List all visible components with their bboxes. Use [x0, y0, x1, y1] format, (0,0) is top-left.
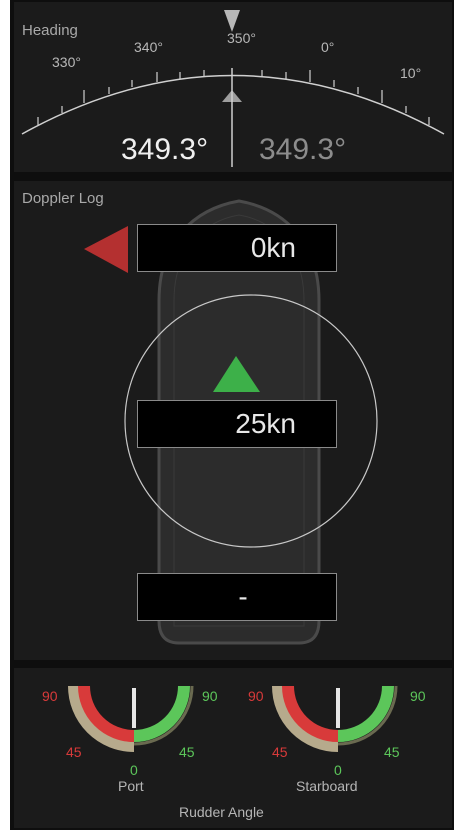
port-scale-90-left: 90 [42, 688, 58, 704]
heading-value-secondary: 349.3° [259, 133, 347, 166]
port-scale-45-right: 45 [179, 744, 195, 760]
starboard-scale-90-left: 90 [248, 688, 264, 704]
port-scale-90-right: 90 [202, 688, 218, 704]
starboard-scale-45-right: 45 [384, 744, 400, 760]
starboard-rudder-gauge [272, 685, 398, 752]
port-rudder-gauge [68, 685, 194, 752]
rudder-angle-label: Rudder Angle [179, 804, 264, 820]
port-label: Port [118, 778, 144, 794]
heading-compass-scale [21, 10, 445, 167]
port-scale-0: 0 [130, 762, 138, 778]
doppler-log-label: Doppler Log [22, 190, 104, 207]
heading-value-primary: 349.3° [121, 133, 209, 166]
longitudinal-speed: 25kn [137, 400, 337, 448]
bow-transverse-speed: 0kn [137, 224, 337, 272]
heading-top-marker-icon [224, 10, 240, 32]
starboard-scale-90-right: 90 [410, 688, 426, 704]
stern-transverse-speed: - [137, 573, 337, 621]
port-arrow-icon [84, 226, 128, 273]
port-scale-45-left: 45 [66, 744, 82, 760]
rudder-angle-panel: 90 90 45 45 0 Port 90 90 45 45 0 Starboa… [14, 668, 452, 828]
starboard-scale-0: 0 [334, 762, 342, 778]
starboard-scale-45-left: 45 [272, 744, 288, 760]
starboard-label: Starboard [296, 778, 358, 794]
doppler-log-panel: Doppler Log 0kn 25kn - [14, 181, 452, 660]
heading-panel: Heading 330° 340° 350° 0° 10° 349.3° 349… [14, 2, 452, 172]
